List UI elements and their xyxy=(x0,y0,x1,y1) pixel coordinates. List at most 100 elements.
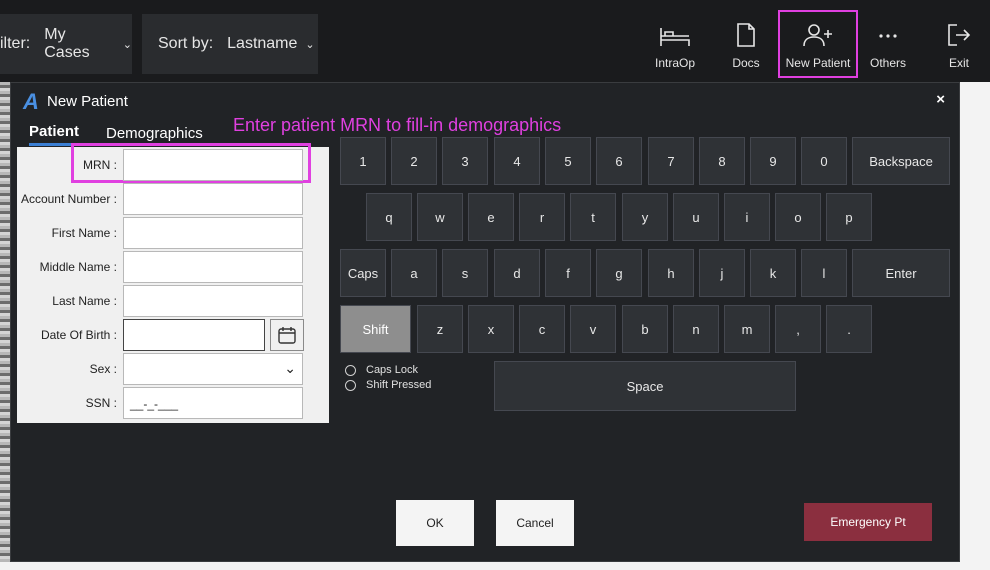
key-f[interactable]: f xyxy=(545,249,591,297)
key-2[interactable]: 2 xyxy=(391,137,437,185)
ssn-field[interactable]: __-_-___ xyxy=(123,387,303,419)
key-enter[interactable]: Enter xyxy=(852,249,950,297)
middle-name-row: Middle Name : xyxy=(17,251,329,285)
key-t[interactable]: t xyxy=(570,193,616,241)
account-number-row: Account Number : xyxy=(17,183,329,217)
chevron-down-icon: ⌄ xyxy=(122,38,132,51)
key-g[interactable]: g xyxy=(596,249,642,297)
toolbar-intraop-button[interactable]: IntraOp xyxy=(637,12,713,76)
toolbar-new-patient-button[interactable]: New Patient xyxy=(778,10,858,78)
key-h[interactable]: h xyxy=(648,249,694,297)
background-list xyxy=(0,82,10,570)
key-shift[interactable]: Shift xyxy=(340,305,411,353)
sex-row: Sex : ⌄ xyxy=(17,353,329,387)
key-9[interactable]: 9 xyxy=(750,137,796,185)
key-o[interactable]: o xyxy=(775,193,821,241)
calendar-button[interactable] xyxy=(270,319,304,351)
key-k[interactable]: k xyxy=(750,249,796,297)
key-s[interactable]: s xyxy=(442,249,488,297)
key-u[interactable]: u xyxy=(673,193,719,241)
close-icon[interactable]: × xyxy=(936,91,945,108)
key-backspace[interactable]: Backspace xyxy=(852,137,950,185)
filter-value: My Cases xyxy=(44,26,90,61)
chevron-down-icon: ⌄ xyxy=(305,38,315,51)
key-5[interactable]: 5 xyxy=(545,137,591,185)
key-p[interactable]: p xyxy=(826,193,872,241)
toolbar-label: IntraOp xyxy=(654,56,696,70)
radio-icon xyxy=(345,364,356,376)
toolbar-label: New Patient xyxy=(785,56,851,70)
cancel-button[interactable]: Cancel xyxy=(496,500,574,546)
key-j[interactable]: j xyxy=(699,249,745,297)
toolbar-label: Exit xyxy=(948,56,969,70)
key-v[interactable]: v xyxy=(570,305,616,353)
last-name-row: Last Name : xyxy=(17,285,329,319)
key-l[interactable]: l xyxy=(801,249,847,297)
dialog-title: New Patient xyxy=(47,93,128,110)
radio-icon xyxy=(345,379,356,391)
key-d[interactable]: d xyxy=(494,249,540,297)
caps-lock-label: Caps Lock xyxy=(366,364,418,376)
exit-icon xyxy=(948,24,971,46)
key-3[interactable]: 3 xyxy=(442,137,488,185)
emergency-patient-button[interactable]: Emergency Pt xyxy=(804,503,932,541)
key-n[interactable]: n xyxy=(673,305,719,353)
sex-select[interactable]: ⌄ xyxy=(123,353,303,385)
mrn-field[interactable] xyxy=(123,149,303,181)
key-period[interactable]: . xyxy=(826,305,872,353)
filter-dropdown[interactable]: ilter: My Cases ⌄ xyxy=(0,14,132,74)
key-0[interactable]: 0 xyxy=(801,137,847,185)
toolbar-label: Docs xyxy=(732,56,760,70)
key-4[interactable]: 4 xyxy=(494,137,540,185)
app-logo: A xyxy=(23,89,39,114)
shift-pressed-indicator[interactable]: Shift Pressed xyxy=(345,379,431,391)
ssn-label: SSN : xyxy=(85,396,117,410)
key-caps[interactable]: Caps xyxy=(340,249,386,297)
key-8[interactable]: 8 xyxy=(699,137,745,185)
key-e[interactable]: e xyxy=(468,193,514,241)
first-name-label: First Name : xyxy=(51,226,117,240)
mrn-hint: Enter patient MRN to fill-in demographic… xyxy=(233,115,562,135)
first-name-row: First Name : xyxy=(17,217,329,251)
key-6[interactable]: 6 xyxy=(596,137,642,185)
toolbar-others-button[interactable]: Others xyxy=(850,12,926,76)
last-name-label: Last Name : xyxy=(52,294,117,308)
mrn-label: MRN : xyxy=(83,158,117,172)
toolbar-label: Others xyxy=(869,56,906,70)
account-number-field[interactable] xyxy=(123,183,303,215)
key-7[interactable]: 7 xyxy=(648,137,694,185)
toolbar-exit-button[interactable]: Exit xyxy=(921,12,990,76)
key-y[interactable]: y xyxy=(622,193,668,241)
key-w[interactable]: w xyxy=(417,193,463,241)
key-b[interactable]: b xyxy=(622,305,668,353)
dob-field[interactable] xyxy=(123,319,265,351)
last-name-field[interactable] xyxy=(123,285,303,317)
calendar-icon xyxy=(278,327,296,344)
key-r[interactable]: r xyxy=(519,193,565,241)
filter-label: ilter: xyxy=(0,35,31,52)
dob-row: Date Of Birth : xyxy=(17,319,329,353)
key-1[interactable]: 1 xyxy=(340,137,386,185)
account-number-label: Account Number : xyxy=(20,192,117,206)
first-name-field[interactable] xyxy=(123,217,303,249)
key-a[interactable]: a xyxy=(391,249,437,297)
key-comma[interactable]: , xyxy=(775,305,821,353)
document-icon xyxy=(737,23,755,47)
dialog-titlebar: A New Patient × xyxy=(11,83,959,119)
key-space[interactable]: Space xyxy=(494,361,796,411)
toolbar-docs-button[interactable]: Docs xyxy=(708,12,784,76)
key-q[interactable]: q xyxy=(366,193,412,241)
new-patient-dialog: A New Patient × Patient Demographics Ent… xyxy=(10,82,960,562)
sort-dropdown[interactable]: Sort by: Lastname ⌄ xyxy=(142,14,318,74)
caps-lock-indicator[interactable]: Caps Lock xyxy=(345,364,418,376)
key-m[interactable]: m xyxy=(724,305,770,353)
sort-label: Sort by: xyxy=(158,35,214,52)
key-c[interactable]: c xyxy=(519,305,565,353)
middle-name-field[interactable] xyxy=(123,251,303,283)
key-x[interactable]: x xyxy=(468,305,514,353)
key-i[interactable]: i xyxy=(724,193,770,241)
tab-demographics[interactable]: Demographics xyxy=(106,125,203,142)
ok-button[interactable]: OK xyxy=(396,500,474,546)
key-z[interactable]: z xyxy=(417,305,463,353)
bed-icon xyxy=(660,28,690,46)
